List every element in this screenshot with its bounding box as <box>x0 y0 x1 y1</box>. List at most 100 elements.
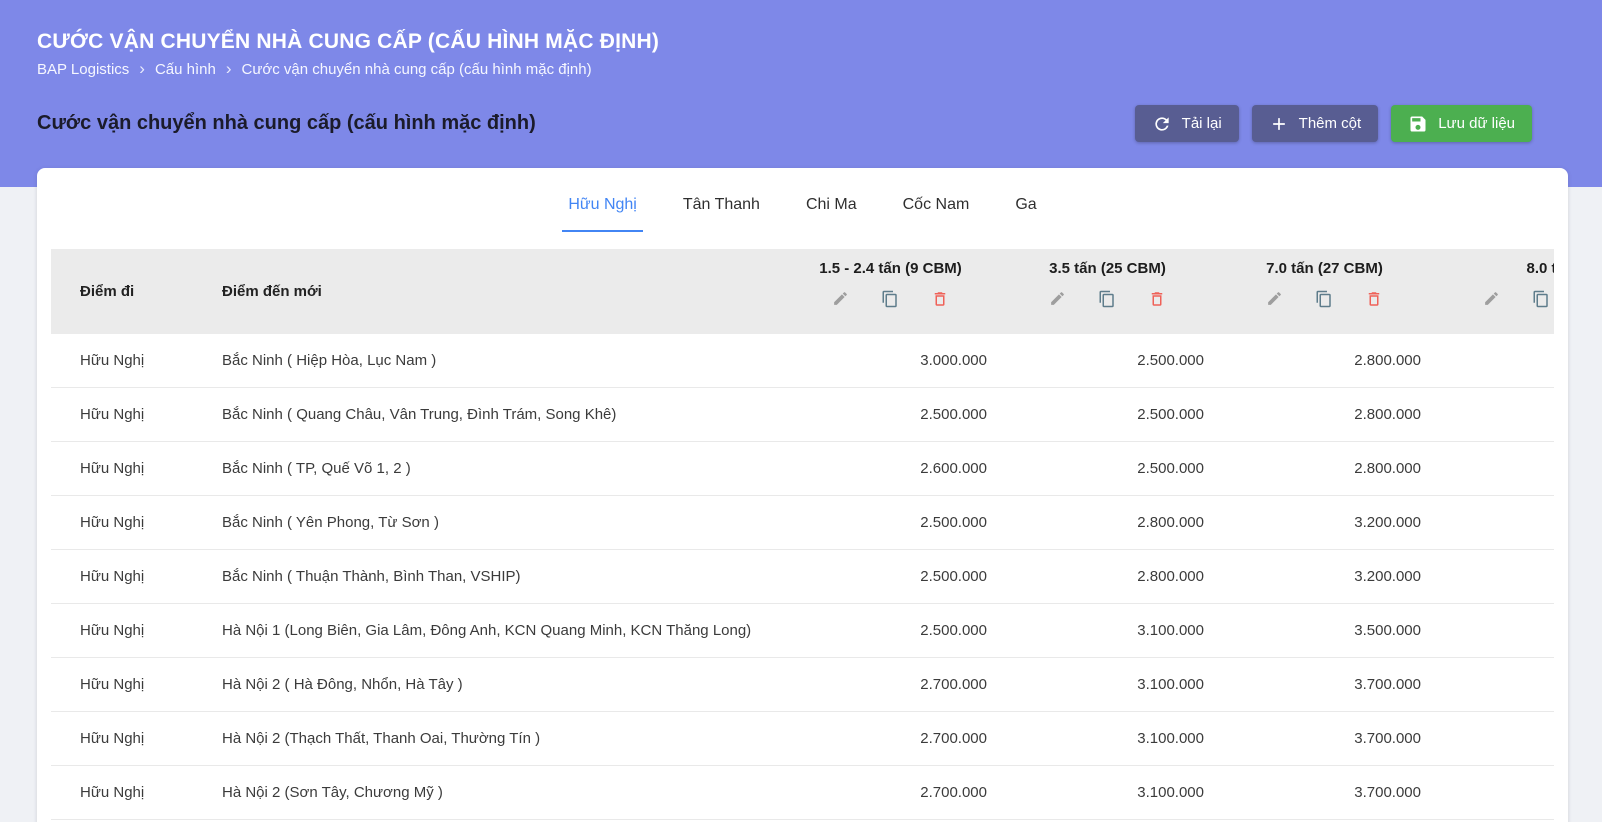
row-origin: Hữu Nghị <box>51 568 222 585</box>
refresh-icon <box>1152 114 1172 134</box>
breadcrumb-item-bap-logistics[interactable]: BAP Logistics <box>37 61 129 78</box>
save-data-button[interactable]: Lưu dữ liệu <box>1391 105 1532 142</box>
row-destination: Hà Nội 2 (Sơn Tây, Chương Mỹ ) <box>222 784 782 801</box>
row-destination: Bắc Ninh ( Hiệp Hòa, Lục Nam ) <box>222 352 782 369</box>
table-header-row: Điểm đi Điểm đến mới 1.5 - 2.4 tấn (9 CB… <box>51 249 1554 334</box>
row-destination: Bắc Ninh ( Quang Châu, Vân Trung, Đình T… <box>222 406 782 423</box>
reload-button[interactable]: Tải lại <box>1135 105 1239 142</box>
delete-icon[interactable] <box>1148 290 1166 308</box>
row-origin: Hữu Nghị <box>51 676 222 693</box>
rate-cell[interactable]: 2.700.000 <box>782 730 999 747</box>
table-body: Hữu NghịBắc Ninh ( Hiệp Hòa, Lục Nam )3.… <box>51 334 1554 820</box>
copy-icon[interactable] <box>1098 290 1116 308</box>
rate-cell[interactable]: 2.500.000 <box>782 514 999 531</box>
row-origin: Hữu Nghị <box>51 352 222 369</box>
rate-cell[interactable]: 3.700.000 <box>1216 784 1433 801</box>
reload-button-label: Tải lại <box>1182 115 1222 132</box>
delete-icon[interactable] <box>1365 290 1383 308</box>
rate-cell[interactable]: 3.100.000 <box>999 784 1216 801</box>
rate-column-label: 8.0 t <box>1433 260 1554 277</box>
copy-icon[interactable] <box>881 290 899 308</box>
section-subtitle: Cước vận chuyển nhà cung cấp (cấu hình m… <box>37 112 536 135</box>
rate-cell[interactable]: 2.700.000 <box>782 676 999 693</box>
chevron-right-icon: › <box>226 60 232 77</box>
tab-chi-ma[interactable]: Chi Ma <box>800 180 863 232</box>
rate-column-label: 1.5 - 2.4 tấn (9 CBM) <box>782 260 999 277</box>
copy-icon[interactable] <box>1315 290 1333 308</box>
rate-cell[interactable]: 2.500.000 <box>999 352 1216 369</box>
table-row: Hữu NghịHà Nội 2 (Thạch Thất, Thanh Oai,… <box>51 712 1554 766</box>
rate-cell[interactable]: 2.600.000 <box>782 460 999 477</box>
breadcrumb: BAP Logistics › Cấu hình › Cước vận chuy… <box>37 61 1532 78</box>
rate-cell[interactable]: 2.500.000 <box>999 406 1216 423</box>
rate-cell[interactable]: 3.200.000 <box>1216 514 1433 531</box>
delete-icon[interactable] <box>931 290 949 308</box>
edit-icon[interactable] <box>1483 290 1500 308</box>
row-origin: Hữu Nghị <box>51 730 222 747</box>
tab-ga[interactable]: Ga <box>1009 180 1042 232</box>
rate-cell[interactable]: 2.800.000 <box>1216 460 1433 477</box>
rates-table: Điểm đi Điểm đến mới 1.5 - 2.4 tấn (9 CB… <box>51 249 1554 820</box>
rate-column-header: 1.5 - 2.4 tấn (9 CBM) <box>782 249 999 334</box>
rate-cell[interactable]: 2.800.000 <box>1216 406 1433 423</box>
rate-cell[interactable]: 3.700.000 <box>1216 730 1433 747</box>
rate-cell[interactable]: 3.700.000 <box>1216 676 1433 693</box>
row-origin: Hữu Nghị <box>51 784 222 801</box>
chevron-right-icon: › <box>139 60 145 77</box>
tab-coc-nam[interactable]: Cốc Nam <box>897 180 976 232</box>
rate-column-actions <box>1433 290 1554 308</box>
rate-cell[interactable]: 3.100.000 <box>999 730 1216 747</box>
rates-table-wrapper: Điểm đi Điểm đến mới 1.5 - 2.4 tấn (9 CB… <box>51 249 1554 820</box>
table-row: Hữu NghịBắc Ninh ( TP, Quế Võ 1, 2 )2.60… <box>51 442 1554 496</box>
table-row: Hữu NghịBắc Ninh ( Quang Châu, Vân Trung… <box>51 388 1554 442</box>
origin-column-header: Điểm đi <box>51 249 222 334</box>
copy-icon[interactable] <box>1532 290 1550 308</box>
edit-icon[interactable] <box>832 290 849 308</box>
add-column-button-label: Thêm cột <box>1299 115 1362 132</box>
row-destination: Hà Nội 2 (Thạch Thất, Thanh Oai, Thường … <box>222 730 782 747</box>
row-destination: Bắc Ninh ( Thuận Thành, Bình Than, VSHIP… <box>222 568 782 585</box>
rate-cell[interactable]: 2.800.000 <box>1216 352 1433 369</box>
tab-tan-thanh[interactable]: Tân Thanh <box>677 180 766 232</box>
content-card: Hữu Nghị Tân Thanh Chi Ma Cốc Nam Ga Điểm đi… <box>37 168 1568 822</box>
rate-column-actions <box>782 290 999 308</box>
rate-cell[interactable]: 3.000.000 <box>782 352 999 369</box>
rate-cell[interactable]: 3.200.000 <box>1216 568 1433 585</box>
rate-cell[interactable]: 3.500.000 <box>1216 622 1433 639</box>
row-destination: Bắc Ninh ( TP, Quế Võ 1, 2 ) <box>222 460 782 477</box>
rate-column-label: 7.0 tấn (27 CBM) <box>1216 260 1433 277</box>
rate-cell[interactable]: 2.500.000 <box>782 568 999 585</box>
row-destination: Hà Nội 2 ( Hà Đông, Nhổn, Hà Tây ) <box>222 676 782 693</box>
rate-cell[interactable]: 2.800.000 <box>999 514 1216 531</box>
row-destination: Bắc Ninh ( Yên Phong, Từ Sơn ) <box>222 514 782 531</box>
breadcrumb-item-current: Cước vận chuyển nhà cung cấp (cấu hình m… <box>242 61 592 78</box>
rate-column-header: 7.0 tấn (27 CBM) <box>1216 249 1433 334</box>
rate-cell[interactable]: 3.100.000 <box>999 676 1216 693</box>
row-origin: Hữu Nghị <box>51 514 222 531</box>
rate-column-header: 8.0 t <box>1433 249 1554 334</box>
table-row: Hữu NghịBắc Ninh ( Thuận Thành, Bình Tha… <box>51 550 1554 604</box>
tab-bar: Hữu Nghị Tân Thanh Chi Ma Cốc Nam Ga <box>37 180 1568 232</box>
rate-cell[interactable]: 2.700.000 <box>782 784 999 801</box>
page-title: CƯỚC VẬN CHUYỂN NHÀ CUNG CẤP (CẤU HÌNH M… <box>37 30 1532 54</box>
rate-cell[interactable]: 2.500.000 <box>782 622 999 639</box>
table-row: Hữu NghịHà Nội 2 (Sơn Tây, Chương Mỹ )2.… <box>51 766 1554 820</box>
breadcrumb-item-cau-hinh[interactable]: Cấu hình <box>155 61 216 78</box>
toolbar-buttons: Tải lại Thêm cột Lưu dữ liệu <box>1135 105 1532 142</box>
rate-cell[interactable]: 2.500.000 <box>999 460 1216 477</box>
add-column-button[interactable]: Thêm cột <box>1252 105 1379 142</box>
rate-column-header: 3.5 tấn (25 CBM) <box>999 249 1216 334</box>
row-destination: Hà Nội 1 (Long Biên, Gia Lâm, Đông Anh, … <box>222 622 782 639</box>
tab-huu-nghi[interactable]: Hữu Nghị <box>562 180 643 232</box>
rate-cell[interactable]: 2.500.000 <box>782 406 999 423</box>
rate-column-label: 3.5 tấn (25 CBM) <box>999 260 1216 277</box>
rate-cell[interactable]: 2.800.000 <box>999 568 1216 585</box>
rate-column-actions <box>999 290 1216 308</box>
edit-icon[interactable] <box>1049 290 1066 308</box>
edit-icon[interactable] <box>1266 290 1283 308</box>
row-origin: Hữu Nghị <box>51 406 222 423</box>
rate-cell[interactable]: 3.100.000 <box>999 622 1216 639</box>
table-row: Hữu NghịBắc Ninh ( Hiệp Hòa, Lục Nam )3.… <box>51 334 1554 388</box>
rate-column-actions <box>1216 290 1433 308</box>
save-data-button-label: Lưu dữ liệu <box>1438 115 1515 132</box>
